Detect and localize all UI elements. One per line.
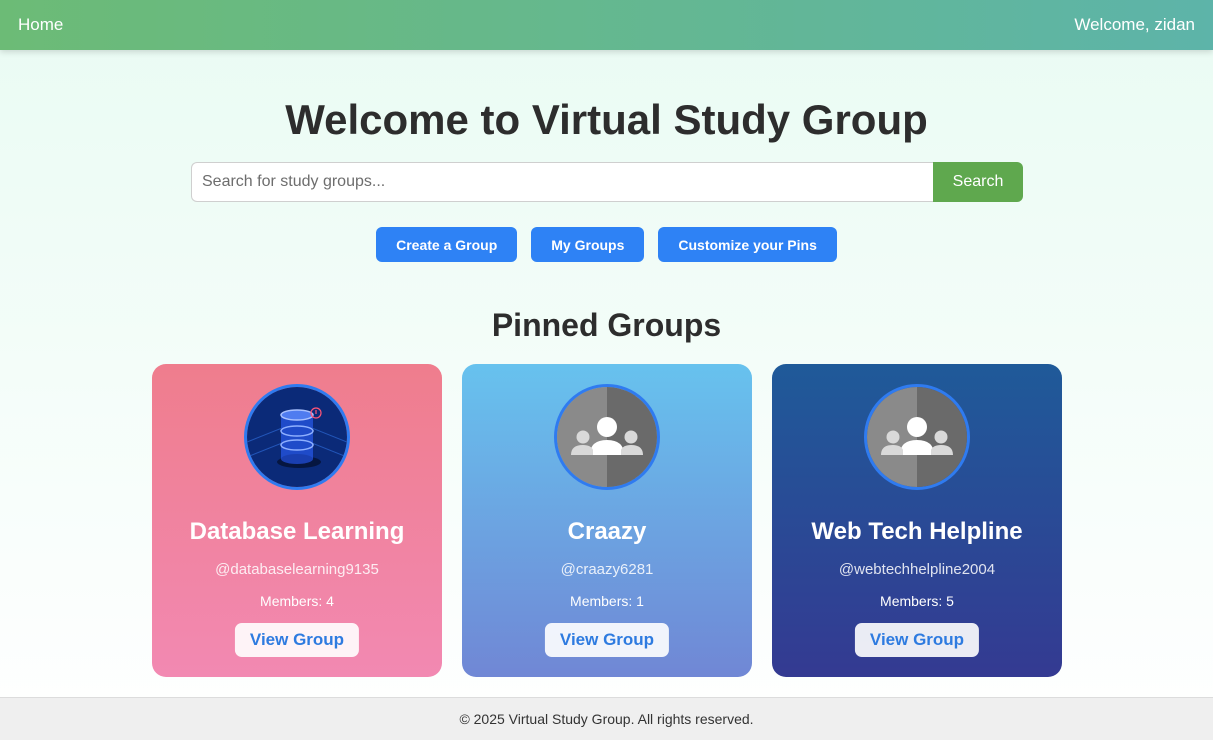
database-icon <box>247 387 347 487</box>
action-buttons: Create a Group My Groups Customize your … <box>0 227 1213 262</box>
group-handle: @webtechhelpline2004 <box>838 561 996 578</box>
group-people-icon <box>557 387 657 487</box>
copyright-text: © 2025 Virtual Study Group. All rights r… <box>459 711 754 727</box>
group-member-count: Members: 5 <box>880 593 954 609</box>
group-member-count: Members: 4 <box>260 593 334 609</box>
view-group-button[interactable]: View Group <box>854 623 980 657</box>
top-navbar: Home Welcome, zidan <box>0 0 1213 50</box>
view-group-button[interactable]: View Group <box>234 623 360 657</box>
group-handle: @craazy6281 <box>560 561 654 578</box>
group-member-count: Members: 1 <box>570 593 644 609</box>
search-button[interactable]: Search <box>933 162 1023 202</box>
footer: © 2025 Virtual Study Group. All rights r… <box>0 697 1213 740</box>
create-group-button[interactable]: Create a Group <box>376 227 518 262</box>
home-link[interactable]: Home <box>18 15 63 35</box>
group-card: Database Learning @databaselearning9135 … <box>152 364 442 677</box>
view-group-button[interactable]: View Group <box>544 623 670 657</box>
welcome-user-text: Welcome, zidan <box>1074 15 1195 34</box>
group-people-icon <box>867 387 967 487</box>
group-avatar <box>554 384 660 490</box>
pinned-groups-title: Pinned Groups <box>491 307 722 343</box>
group-avatar <box>864 384 970 490</box>
group-avatar <box>244 384 350 490</box>
pinned-groups-list: Database Learning @databaselearning9135 … <box>152 364 1062 677</box>
page-title: Welcome to Virtual Study Group <box>285 96 928 143</box>
search-input[interactable] <box>191 162 933 202</box>
search-bar: Search <box>191 162 1023 202</box>
group-card: Craazy @craazy6281 Members: 1 View Group <box>462 364 752 677</box>
group-name: Web Tech Helpline <box>811 518 1023 545</box>
group-name: Database Learning <box>189 518 405 545</box>
customize-pins-button[interactable]: Customize your Pins <box>658 227 837 262</box>
group-name: Craazy <box>567 518 647 545</box>
my-groups-button[interactable]: My Groups <box>531 227 645 262</box>
group-card: Web Tech Helpline @webtechhelpline2004 M… <box>772 364 1062 677</box>
group-handle: @databaselearning9135 <box>215 561 379 578</box>
